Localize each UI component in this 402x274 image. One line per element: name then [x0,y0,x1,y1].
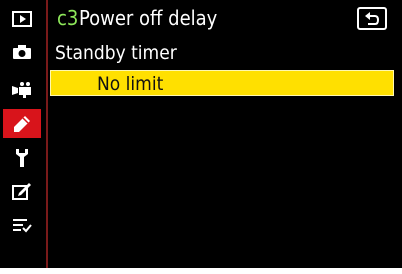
playback-icon [12,10,32,27]
tab-my-menu[interactable] [3,210,41,239]
pencil-icon [14,115,30,132]
tab-retouch[interactable] [3,176,41,205]
retouch-icon [12,182,31,200]
tab-playback[interactable] [3,4,41,33]
submenu-title: Standby timer [55,42,177,64]
return-icon [365,11,380,25]
camera-menu-screen: c3 Power off delay Standby timer No limi… [0,0,402,268]
option-label: No limit [97,73,164,95]
wrench-icon [16,148,28,167]
page-title: Power off delay [79,6,218,30]
tab-custom-settings[interactable] [3,109,41,138]
back-button[interactable] [357,7,387,30]
tab-movie-shooting[interactable] [3,75,41,104]
tab-setup[interactable] [3,143,41,172]
my-menu-icon [13,218,32,232]
movie-camera-icon [12,81,31,98]
tab-photo-shooting[interactable] [3,37,41,66]
option-no-limit[interactable]: No limit [50,70,394,96]
sidebar [0,0,44,268]
camera-icon [13,44,31,59]
menu-code: c3 [57,6,79,30]
sidebar-divider [46,0,48,268]
